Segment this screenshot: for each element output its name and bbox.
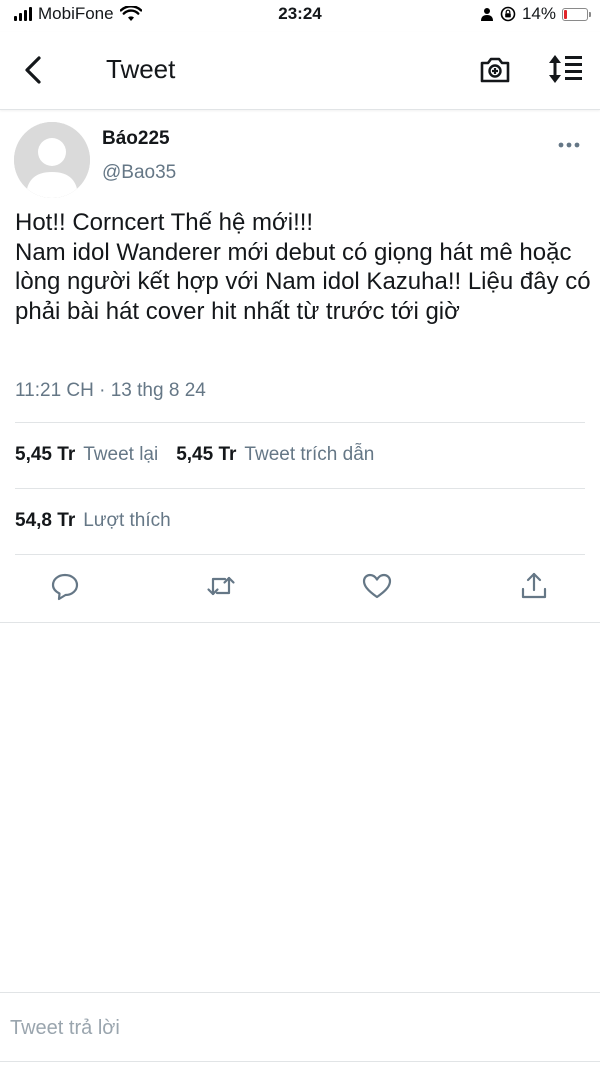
battery-level	[564, 9, 568, 19]
reply-button[interactable]	[49, 570, 81, 602]
section-divider	[0, 622, 600, 623]
share-button[interactable]	[518, 570, 550, 602]
battery-icon	[562, 7, 591, 21]
tweet-timestamp: 11:21 CH · 13 thg 8 24	[15, 380, 206, 401]
retweet-stats-row: 5,45 Tr Tweet lại 5,45 Tr Tweet trích dẫ…	[15, 444, 384, 466]
chevron-left-icon	[25, 56, 41, 84]
tweet-text: Hot!! Corncert Thế hệ mới!!! Nam idol Wa…	[15, 209, 591, 325]
more-dots-icon	[558, 142, 580, 148]
user-handle[interactable]: @Bao35	[102, 162, 176, 184]
camera-button[interactable]	[478, 54, 512, 86]
page-title: Tweet	[106, 54, 176, 84]
battery-percent: 14%	[521, 4, 556, 23]
sort-icon	[549, 55, 582, 83]
divider	[15, 554, 585, 555]
nav-bar: Tweet	[0, 32, 600, 110]
reply-input[interactable]	[10, 1011, 570, 1045]
default-avatar-icon	[14, 122, 90, 198]
quotes-count[interactable]: 5,45 Tr	[176, 444, 236, 466]
retweets-count[interactable]: 5,45 Tr	[15, 444, 75, 466]
likes-label[interactable]: Lượt thích	[83, 510, 171, 532]
tweet-actions	[0, 570, 600, 620]
more-options-button[interactable]	[556, 138, 582, 152]
status-right: 14%	[480, 4, 591, 24]
likes-stats-row: 54,8 Tr Lượt thích	[15, 510, 181, 532]
display-name[interactable]: Báo225	[102, 128, 170, 150]
back-button[interactable]	[16, 52, 52, 88]
reply-icon	[51, 573, 79, 601]
heart-icon	[362, 573, 392, 599]
divider	[15, 422, 585, 423]
sort-button[interactable]	[546, 52, 584, 86]
status-bar: MobiFone 23:24 14%	[0, 0, 600, 32]
quotes-label[interactable]: Tweet trích dẫn	[244, 444, 374, 466]
retweet-button[interactable]	[205, 570, 237, 602]
person-icon	[480, 8, 493, 21]
divider	[15, 488, 585, 489]
retweets-label[interactable]: Tweet lại	[83, 444, 158, 466]
share-icon	[521, 572, 547, 599]
reply-bar	[0, 992, 600, 1062]
rotation-lock-icon	[500, 6, 516, 22]
likes-count[interactable]: 54,8 Tr	[15, 510, 75, 532]
like-button[interactable]	[361, 570, 393, 602]
retweet-icon	[207, 576, 235, 596]
avatar[interactable]	[14, 122, 90, 198]
camera-icon	[480, 57, 510, 83]
